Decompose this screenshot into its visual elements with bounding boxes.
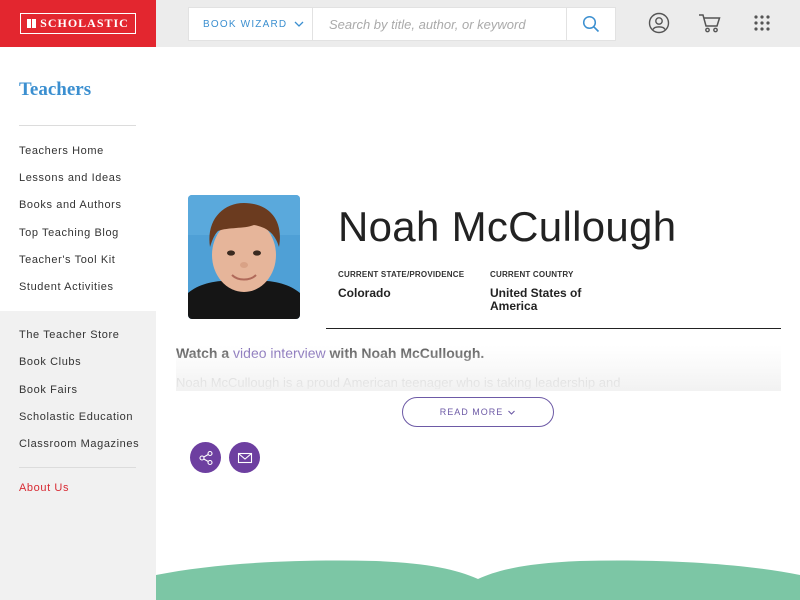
sidebar-item-book-fairs[interactable]: Book Fairs bbox=[19, 384, 78, 396]
book-wizard-dropdown[interactable]: BOOK WIZARD bbox=[189, 8, 313, 40]
sidebar-item-scholastic-education[interactable]: Scholastic Education bbox=[19, 411, 133, 423]
chevron-down-icon bbox=[508, 410, 516, 415]
sidebar-item-classroom-magazines[interactable]: Classroom Magazines bbox=[19, 438, 139, 450]
sidebar-title[interactable]: Teachers bbox=[19, 79, 91, 101]
sidebar-item-top-teaching-blog[interactable]: Top Teaching Blog bbox=[19, 227, 119, 239]
book-icon bbox=[27, 19, 37, 28]
sidebar-divider bbox=[19, 125, 136, 126]
search-button[interactable] bbox=[566, 8, 615, 40]
video-interview-link[interactable]: video interview bbox=[233, 345, 326, 361]
sidebar-divider bbox=[19, 467, 136, 468]
author-portrait-image bbox=[188, 195, 300, 319]
bio-intro-suffix: with Noah McCullough. bbox=[325, 345, 485, 361]
share-button[interactable] bbox=[190, 442, 221, 473]
book-wizard-label: BOOK WIZARD bbox=[203, 18, 288, 30]
account-icon bbox=[648, 12, 670, 34]
apps-button[interactable] bbox=[750, 11, 774, 35]
bio-text-preview: Noah McCullough is a proud American teen… bbox=[176, 375, 621, 389]
page: SCHOLASTIC BOOK WIZARD Search by title, … bbox=[0, 0, 800, 600]
apps-grid-icon bbox=[754, 15, 770, 31]
share-icon bbox=[198, 450, 213, 465]
logo-frame: SCHOLASTIC bbox=[20, 13, 136, 34]
sidebar-item-student-activities[interactable]: Student Activities bbox=[19, 281, 114, 293]
sidebar-item-teachers-home[interactable]: Teachers Home bbox=[19, 145, 104, 157]
read-more-label: READ MORE bbox=[439, 407, 504, 417]
profile-divider bbox=[326, 328, 781, 329]
search-icon bbox=[582, 15, 600, 33]
author-name: Noah McCullough bbox=[338, 203, 677, 250]
site-header: SCHOLASTIC BOOK WIZARD bbox=[0, 0, 800, 47]
state-value: Colorado bbox=[338, 286, 391, 300]
chevron-down-icon bbox=[294, 21, 304, 27]
sidebar-lower-panel bbox=[0, 311, 156, 600]
read-more-button[interactable]: READ MORE bbox=[402, 397, 554, 427]
bio-intro: Watch a video interview with Noah McCull… bbox=[176, 345, 484, 361]
sidebar-item-teachers-tool-kit[interactable]: Teacher's Tool Kit bbox=[19, 254, 115, 266]
author-photo bbox=[188, 195, 300, 319]
sidebar-item-books-and-authors[interactable]: Books and Authors bbox=[19, 199, 122, 211]
country-label: CURRENT COUNTRY bbox=[490, 270, 574, 279]
bio-intro-prefix: Watch a bbox=[176, 345, 234, 361]
sidebar-item-lessons-and-ideas[interactable]: Lessons and Ideas bbox=[19, 172, 122, 184]
search-bar: BOOK WIZARD bbox=[188, 7, 616, 41]
sidebar-item-about-us[interactable]: About Us bbox=[19, 482, 69, 494]
email-button[interactable] bbox=[229, 442, 260, 473]
state-label: CURRENT STATE/PROVIDENCE bbox=[338, 270, 465, 279]
cart-icon bbox=[699, 14, 721, 33]
footer-book-wave bbox=[156, 560, 800, 600]
email-icon bbox=[237, 452, 252, 463]
account-button[interactable] bbox=[647, 11, 671, 35]
logo-text: SCHOLASTIC bbox=[40, 16, 129, 30]
sidebar-item-teacher-store[interactable]: The Teacher Store bbox=[19, 329, 120, 341]
country-value: United States of America bbox=[490, 286, 582, 313]
scholastic-logo[interactable]: SCHOLASTIC bbox=[0, 0, 156, 47]
cart-button[interactable] bbox=[698, 11, 722, 35]
search-input[interactable] bbox=[313, 8, 566, 40]
sidebar-item-book-clubs[interactable]: Book Clubs bbox=[19, 356, 81, 368]
